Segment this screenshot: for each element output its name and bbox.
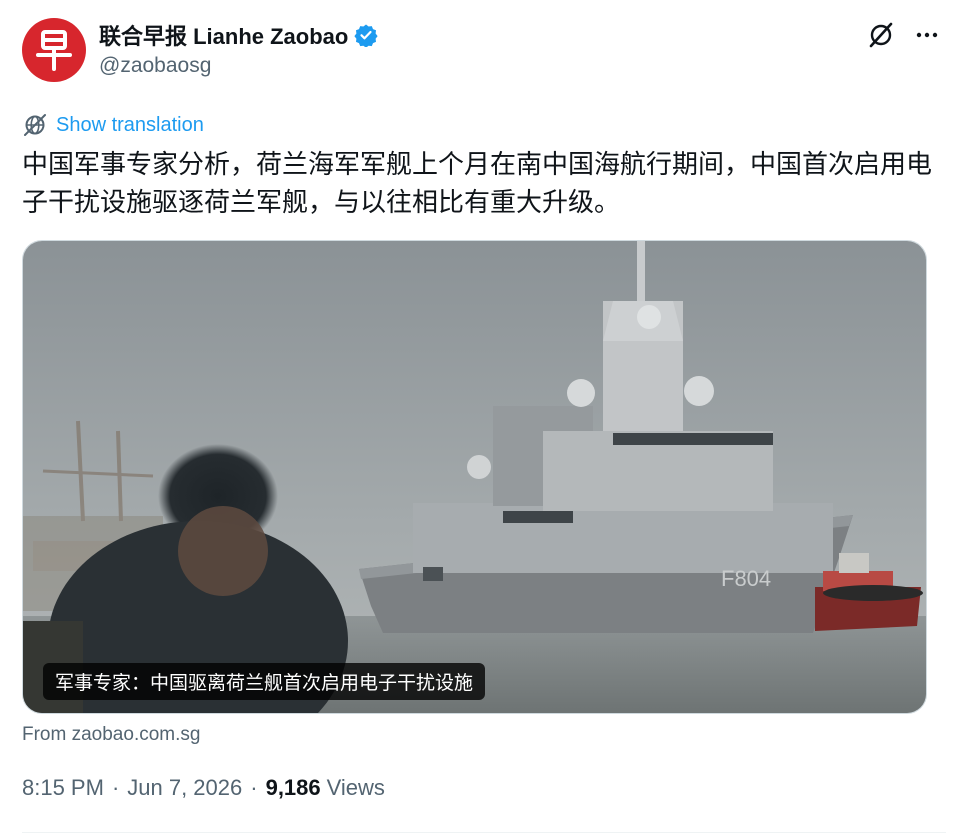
verified-badge-icon[interactable] xyxy=(354,23,378,47)
tweet-date[interactable]: Jun 7, 2026 xyxy=(127,775,242,801)
meta-separator: · xyxy=(250,775,258,800)
author-info: 联合早报 Lianhe Zaobao @zaobaosg xyxy=(99,20,378,78)
zaobao-logo-icon xyxy=(36,30,72,71)
meta-separator: · xyxy=(111,775,120,800)
show-translation-label: Show translation xyxy=(56,113,204,136)
tweet-header: 联合早报 Lianhe Zaobao @zaobaosg xyxy=(22,18,942,88)
media-caption: 军事专家：中国驱离荷兰舰首次启用电子干扰设施 xyxy=(43,663,486,700)
avatar[interactable] xyxy=(22,18,86,82)
views-count: 9,186 xyxy=(265,775,321,800)
hull-number: F804 xyxy=(721,566,771,591)
warship-photo: F804 xyxy=(23,241,926,713)
grok-icon[interactable] xyxy=(866,20,896,50)
link-source[interactable]: From zaobao.com.sg xyxy=(22,724,200,746)
globe-translate-icon xyxy=(24,114,46,136)
divider xyxy=(22,832,946,833)
tweet-time[interactable]: 8:15 PM xyxy=(22,775,104,801)
more-icon[interactable] xyxy=(912,20,942,50)
tweet-meta: 8:15 PM · Jun 7, 2026 · 9,186 Views xyxy=(22,775,385,801)
author-handle[interactable]: @zaobaosg xyxy=(99,54,378,78)
views-label: Views xyxy=(326,775,385,800)
display-name[interactable]: 联合早报 Lianhe Zaobao xyxy=(99,19,348,51)
show-translation-link[interactable]: Show translation xyxy=(22,112,204,138)
header-actions xyxy=(866,20,942,50)
media-card[interactable]: F804 军事专家：中国驱离荷兰舰首次启用电子干扰设施 xyxy=(22,240,927,714)
tweet-text: 中国军事专家分析，荷兰海军军舰上个月在南中国海航行期间，中国首次启用电子干扰设施… xyxy=(22,150,933,218)
